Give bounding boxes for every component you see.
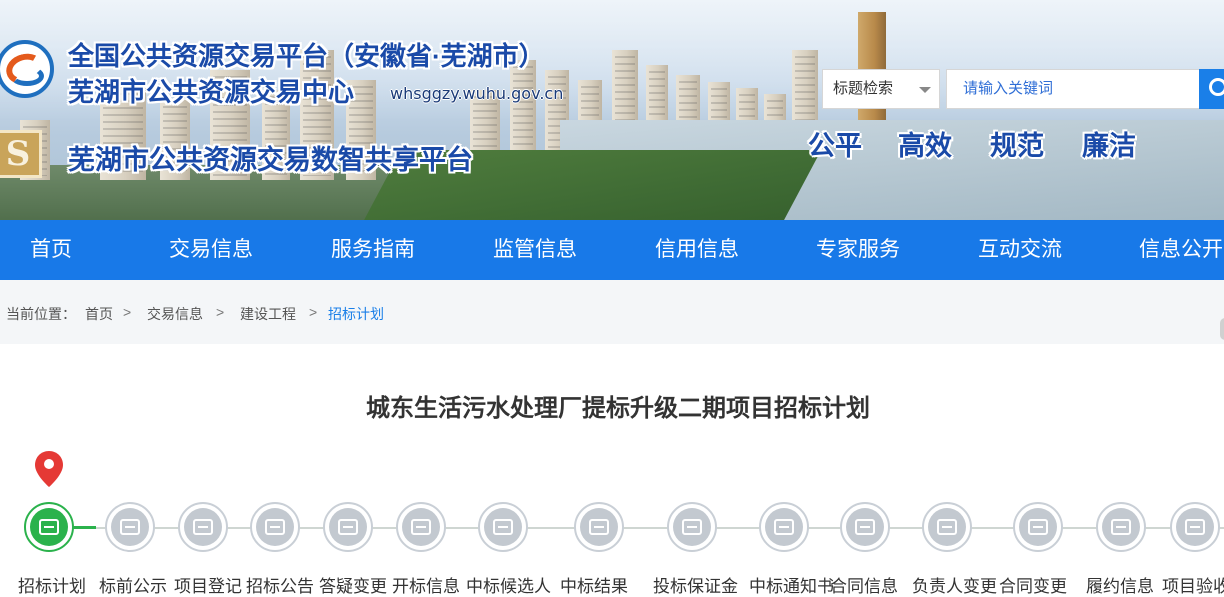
search-icon	[1209, 78, 1224, 96]
search-mode-select[interactable]: 标题检索	[822, 69, 940, 109]
step-10[interactable]	[759, 502, 809, 552]
step-label[interactable]: 中标通知书	[749, 572, 834, 597]
platform-title: 全国公共资源交易平台（安徽省·芜湖市）	[68, 41, 545, 71]
slogan-fair: 公平	[808, 131, 862, 162]
doc-edit-icon	[184, 508, 222, 546]
step-13[interactable]	[1013, 502, 1063, 552]
slogan-standard: 规范	[990, 131, 1044, 162]
nav-item-credit[interactable]: 信用信息	[655, 220, 739, 280]
scrollbar-thumb[interactable]	[1220, 318, 1224, 340]
main-nav: 首页 交易信息 服务指南 监管信息 信用信息 专家服务 互动交流 信息公开	[0, 220, 1224, 280]
breadcrumb-current[interactable]: 招标计划	[328, 304, 384, 324]
step-label[interactable]: 开标信息	[392, 572, 460, 597]
step-8[interactable]	[574, 502, 624, 552]
doc-edit-icon	[111, 508, 149, 546]
breadcrumb-separator: >	[216, 304, 225, 320]
doc-edit-icon	[256, 508, 294, 546]
nav-item-expert[interactable]: 专家服务	[816, 220, 900, 280]
step-14[interactable]	[1096, 502, 1146, 552]
header-banner: S 全国公共资源交易平台（安徽省·芜湖市） 芜湖市公共资源交易中心 whsggz…	[0, 0, 1224, 220]
step-label[interactable]: 标前公示	[99, 572, 167, 597]
chevron-down-icon	[919, 87, 931, 93]
step-9[interactable]	[667, 502, 717, 552]
breadcrumb-separator: >	[309, 304, 318, 320]
breadcrumb-trade-info[interactable]: 交易信息	[147, 304, 203, 324]
breadcrumb-separator: >	[123, 304, 132, 320]
step-12[interactable]	[922, 502, 972, 552]
nav-item-interaction[interactable]: 互动交流	[978, 220, 1062, 280]
step-label[interactable]: 中标候选人	[466, 572, 551, 597]
receipt-icon	[673, 508, 711, 546]
nav-item-home[interactable]: 首页	[30, 220, 72, 280]
step-6[interactable]	[396, 502, 446, 552]
step-label[interactable]: 招标计划	[18, 572, 86, 597]
checklist-icon	[402, 508, 440, 546]
step-label[interactable]: 中标结果	[560, 572, 628, 597]
center-logo-icon: S	[0, 130, 42, 178]
folder-icon	[928, 508, 966, 546]
step-3[interactable]	[178, 502, 228, 552]
step-label[interactable]: 投标保证金	[653, 572, 738, 597]
folder-icon	[765, 508, 803, 546]
nav-item-trade-info[interactable]: 交易信息	[169, 220, 253, 280]
step-5[interactable]	[323, 502, 373, 552]
slogan-efficient: 高效	[898, 131, 952, 162]
step-2[interactable]	[105, 502, 155, 552]
box-icon	[30, 508, 68, 546]
slogan-integrity: 廉洁	[1082, 131, 1136, 162]
folder-icon	[1019, 508, 1057, 546]
target-icon	[484, 508, 522, 546]
breadcrumb-prefix: 当前位置：	[6, 306, 76, 322]
nav-item-supervision[interactable]: 监管信息	[493, 220, 577, 280]
site-domain: whsggzy.wuhu.gov.cn	[390, 84, 564, 103]
breadcrumb: 当前位置： 首页 > 交易信息 > 建设工程 > 招标计划	[0, 280, 1224, 344]
center-title: 芜湖市公共资源交易中心	[68, 77, 355, 107]
breadcrumb-construction[interactable]: 建设工程	[240, 304, 296, 324]
folder-icon	[1176, 508, 1214, 546]
box-icon	[329, 508, 367, 546]
step-label[interactable]: 项目登记	[174, 572, 242, 597]
search-input[interactable]: 请输入关键词	[946, 69, 1202, 109]
step-4[interactable]	[250, 502, 300, 552]
step-label[interactable]: 答疑变更	[319, 572, 387, 597]
search-mode-label: 标题检索	[833, 80, 894, 97]
step-1[interactable]	[24, 502, 74, 552]
step-15[interactable]	[1170, 502, 1220, 552]
progress-track-active	[72, 526, 96, 529]
page-title: 城东生活污水处理厂提标升级二期项目招标计划	[366, 395, 870, 422]
step-label[interactable]: 招标公告	[246, 572, 314, 597]
step-label[interactable]: 项目验收	[1162, 572, 1224, 597]
nav-item-disclosure[interactable]: 信息公开	[1139, 220, 1223, 280]
step-label[interactable]: 合同变更	[999, 572, 1067, 597]
nav-item-service-guide[interactable]: 服务指南	[331, 220, 415, 280]
location-pin-icon	[35, 451, 63, 487]
breadcrumb-home[interactable]: 首页	[85, 304, 113, 324]
sharing-platform-title: 芜湖市公共资源交易数智共享平台	[68, 145, 473, 175]
certificate-icon	[580, 508, 618, 546]
step-label[interactable]: 合同信息	[830, 572, 898, 597]
step-11[interactable]	[840, 502, 890, 552]
search-button[interactable]	[1199, 69, 1224, 109]
step-7[interactable]	[478, 502, 528, 552]
step-label[interactable]: 履约信息	[1086, 572, 1154, 597]
folder-icon	[846, 508, 884, 546]
folder-icon	[1102, 508, 1140, 546]
step-label[interactable]: 负责人变更	[912, 572, 997, 597]
